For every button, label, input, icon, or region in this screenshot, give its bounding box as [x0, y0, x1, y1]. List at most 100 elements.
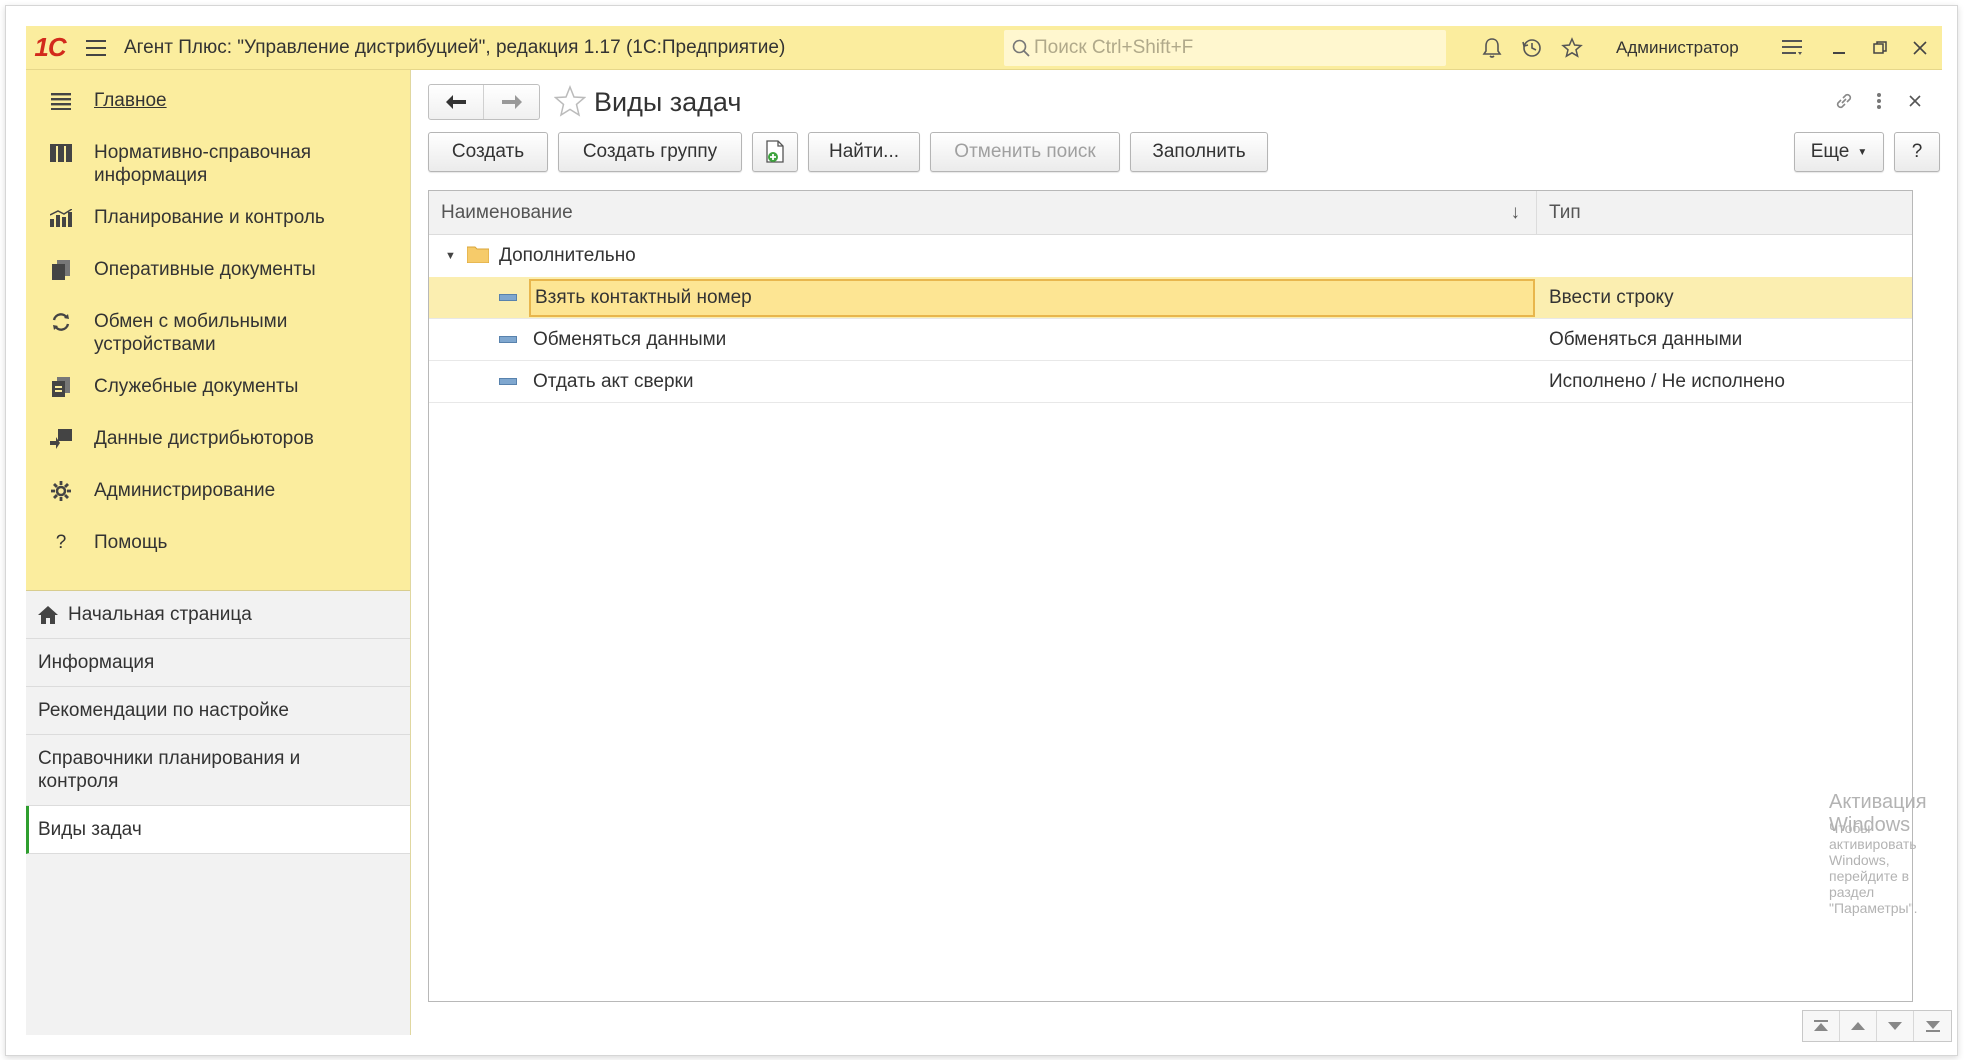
column-header-type[interactable]: Тип — [1537, 191, 1581, 234]
section-label: Оперативные документы — [94, 259, 316, 280]
section-operational-docs[interactable]: Оперативные документы — [26, 247, 410, 299]
forward-arrow-icon[interactable] — [484, 85, 539, 119]
table-header: Наименование ↓ Тип — [429, 191, 1912, 235]
help-icon: ? — [55, 532, 67, 553]
more-label: Еще — [1810, 141, 1850, 162]
settings-lines-icon[interactable] — [1770, 26, 1814, 70]
more-button[interactable]: Еще ▼ — [1794, 132, 1884, 172]
column-header-label: Наименование — [441, 202, 573, 223]
minimize-icon[interactable] — [1818, 26, 1862, 70]
title-bar: 1С Агент Плюс: "Управление дистрибуцией"… — [26, 26, 1942, 70]
section-label: Данные дистрибьюторов — [94, 428, 314, 449]
favorites-star-icon[interactable] — [1550, 26, 1594, 70]
sync-icon — [46, 307, 76, 337]
create-button[interactable]: Создать — [428, 132, 548, 172]
nav-home-page[interactable]: Начальная страница — [26, 591, 410, 639]
history-nav — [428, 84, 540, 120]
bell-icon[interactable] — [1470, 26, 1514, 70]
table-row[interactable]: Отдать акт сверки Исполнено / Не исполне… — [429, 361, 1912, 403]
section-distributors[interactable]: Данные дистрибьюторов — [26, 416, 410, 468]
section-administration[interactable]: Администрирование — [26, 468, 410, 520]
close-form-icon[interactable] — [1900, 86, 1930, 116]
scroll-up-icon[interactable] — [1840, 1011, 1877, 1041]
cell-type: Обменяться данными — [1549, 328, 1743, 350]
fill-button[interactable]: Заполнить — [1130, 132, 1268, 172]
section-reference[interactable]: Нормативно-справочная информация — [26, 130, 410, 195]
section-label: Планирование и контроль — [94, 207, 325, 228]
cell-name-text: Обменяться данными — [533, 328, 727, 350]
main-menu-icon[interactable] — [74, 26, 118, 70]
cell-type: Исполнено / Не исполнено — [1549, 370, 1785, 392]
service-docs-icon — [46, 372, 76, 402]
nav-task-types[interactable]: Виды задач — [26, 806, 410, 854]
cell-name: Отдать акт сверки — [429, 361, 1537, 402]
scroll-top-icon[interactable] — [1803, 1011, 1840, 1041]
chart-icon — [46, 203, 76, 233]
section-service-docs[interactable]: Служебные документы — [26, 364, 410, 416]
global-search[interactable] — [1004, 30, 1446, 66]
nav-information[interactable]: Информация — [26, 639, 410, 687]
back-arrow-icon[interactable] — [429, 85, 485, 119]
section-label: Главное — [94, 90, 167, 111]
expand-triangle-icon[interactable]: ▼ — [445, 250, 456, 262]
search-icon — [1012, 39, 1030, 57]
scroll-buttons — [1802, 1010, 1952, 1042]
cell-name: Взять контактный номер — [429, 277, 1537, 318]
element-icon — [499, 335, 517, 343]
documents-icon — [46, 255, 76, 285]
sidebar: Главное Нормативно-справочная информация… — [26, 70, 411, 1035]
group-name: Дополнительно — [499, 245, 636, 266]
app-window: 1С Агент Плюс: "Управление дистрибуцией"… — [26, 26, 1952, 1042]
sort-down-icon: ↓ — [1510, 202, 1521, 223]
sections-panel: Главное Нормативно-справочная информация… — [26, 70, 410, 591]
add-to-favorites-star-icon[interactable] — [553, 84, 587, 123]
current-user[interactable]: Администратор — [1616, 26, 1739, 70]
find-button[interactable]: Найти... — [808, 132, 920, 172]
nav-setup-recommendations[interactable]: Рекомендации по настройке — [26, 687, 410, 735]
main-content: Виды задач Создать Создать группу Найти.… — [412, 70, 1952, 1042]
nav-label: Начальная страница — [68, 604, 252, 625]
cell-name-text: Отдать акт сверки — [533, 370, 694, 392]
open-pages-nav: Начальная страница Информация Рекомендац… — [26, 591, 410, 854]
section-label: Нормативно-справочная информация — [94, 142, 312, 186]
windows-activation-text: Чтобы активировать Windows, перейдите в … — [1829, 820, 1918, 916]
link-icon[interactable] — [1829, 86, 1859, 116]
column-header-name[interactable]: Наименование ↓ — [429, 191, 1537, 234]
nav-label: Виды задач — [38, 819, 142, 840]
cell-name: Обменяться данными — [429, 319, 1537, 360]
nav-planning-catalogs[interactable]: Справочники планирования и контроля — [26, 735, 410, 806]
section-label: Помощь — [94, 532, 168, 553]
section-help[interactable]: ? Помощь — [26, 520, 410, 572]
copy-button[interactable] — [752, 132, 798, 172]
scroll-bottom-icon[interactable] — [1914, 1011, 1951, 1041]
section-mobile-exchange[interactable]: Обмен с мобильными устройствами — [26, 299, 410, 364]
restore-icon[interactable] — [1858, 26, 1902, 70]
close-window-icon[interactable] — [1898, 26, 1942, 70]
search-input[interactable] — [1034, 37, 1434, 59]
help-button[interactable]: ? — [1894, 132, 1940, 172]
section-label: Обмен с мобильными устройствами — [94, 311, 288, 355]
home-icon — [38, 605, 58, 624]
table-row[interactable]: Обменяться данными Обменяться данными — [429, 319, 1912, 361]
section-main[interactable]: Главное — [26, 78, 410, 130]
scroll-down-icon[interactable] — [1877, 1011, 1914, 1041]
distributors-icon — [46, 424, 76, 454]
create-group-button[interactable]: Создать группу — [558, 132, 742, 172]
group-row[interactable]: ▼ Дополнительно — [429, 235, 1912, 277]
element-icon — [499, 377, 517, 385]
chevron-down-icon: ▼ — [1857, 146, 1868, 158]
copy-add-icon — [766, 140, 784, 163]
cancel-search-button[interactable]: Отменить поиск — [930, 132, 1120, 172]
1c-logo: 1С — [34, 32, 66, 62]
folder-icon — [466, 245, 490, 269]
section-label: Служебные документы — [94, 376, 299, 397]
section-planning[interactable]: Планирование и контроль — [26, 195, 410, 247]
cell-type: Ввести строку — [1549, 286, 1674, 308]
window-title: Агент Плюс: "Управление дистрибуцией", р… — [124, 36, 786, 58]
menu-icon — [46, 86, 76, 116]
section-label: Администрирование — [94, 480, 276, 501]
history-icon[interactable] — [1510, 26, 1554, 70]
nav-label: Справочники планирования и контроля — [38, 748, 301, 792]
table-row[interactable]: Взять контактный номер Ввести строку — [429, 277, 1912, 319]
more-vertical-icon[interactable] — [1864, 86, 1894, 116]
